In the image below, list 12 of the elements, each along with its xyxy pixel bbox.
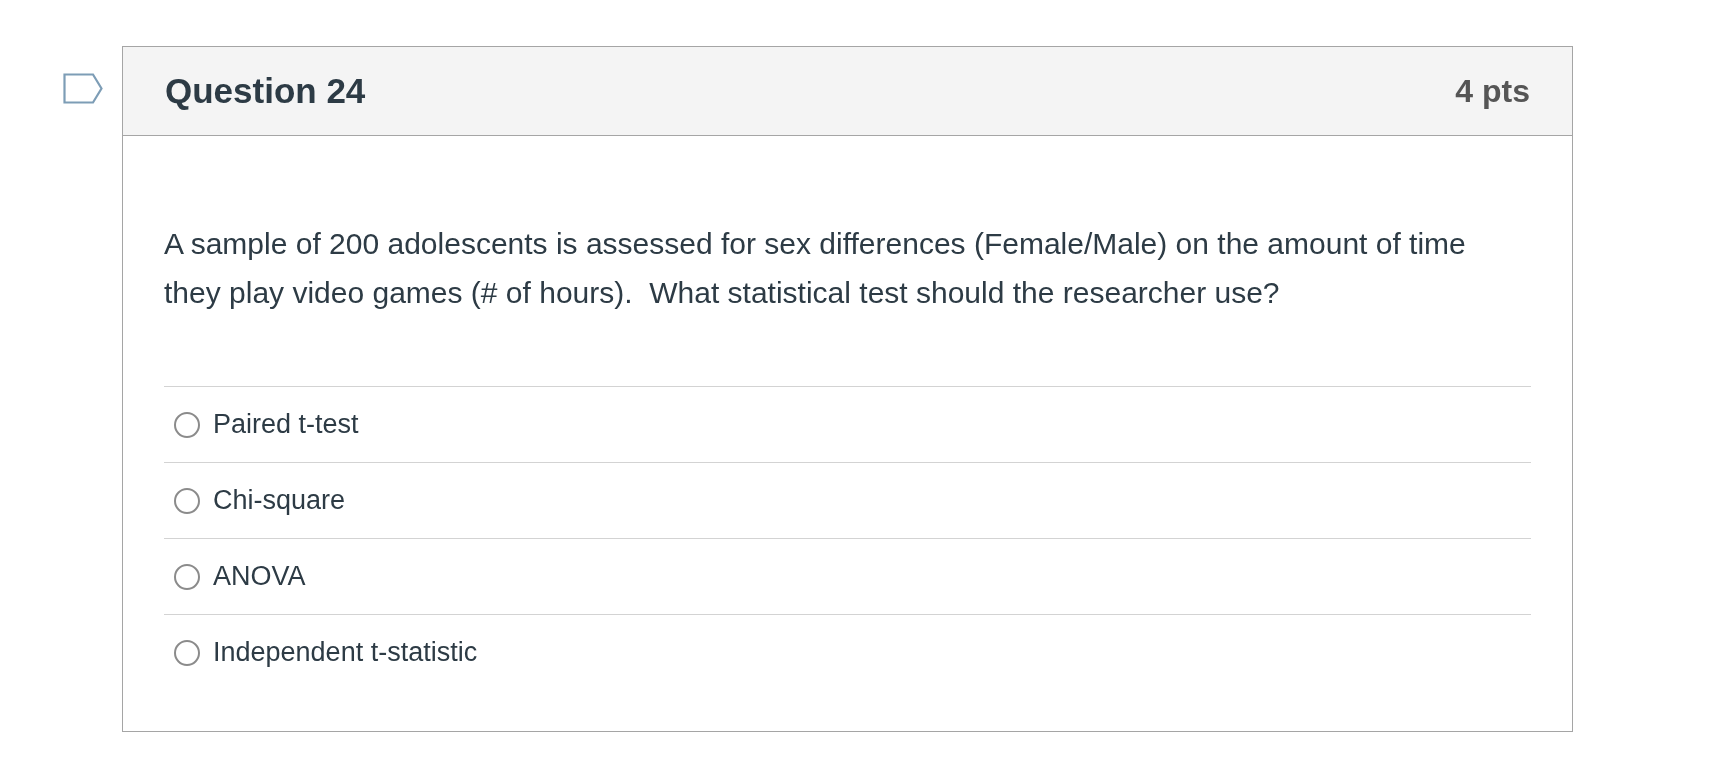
radio-button[interactable]: [174, 563, 200, 590]
question-title: Question 24: [165, 71, 366, 111]
radio-button[interactable]: [174, 411, 200, 438]
radio-button[interactable]: [174, 639, 200, 666]
points-label: 4 pts: [1455, 72, 1530, 110]
question-text: A sample of 200 adolescents is assessed for sex differences (Female/Male) on the amount of time they play video games (# of hours). What statistical test should the researcher use?: [164, 226, 1467, 311]
answer-label[interactable]: Independent t-statistic: [213, 637, 478, 668]
answer-label[interactable]: ANOVA: [213, 561, 306, 592]
radio-button[interactable]: [174, 487, 200, 514]
answer-label[interactable]: Chi-square: [213, 485, 346, 516]
flag-icon[interactable]: [63, 73, 103, 104]
answer-label[interactable]: Paired t-test: [213, 409, 359, 440]
